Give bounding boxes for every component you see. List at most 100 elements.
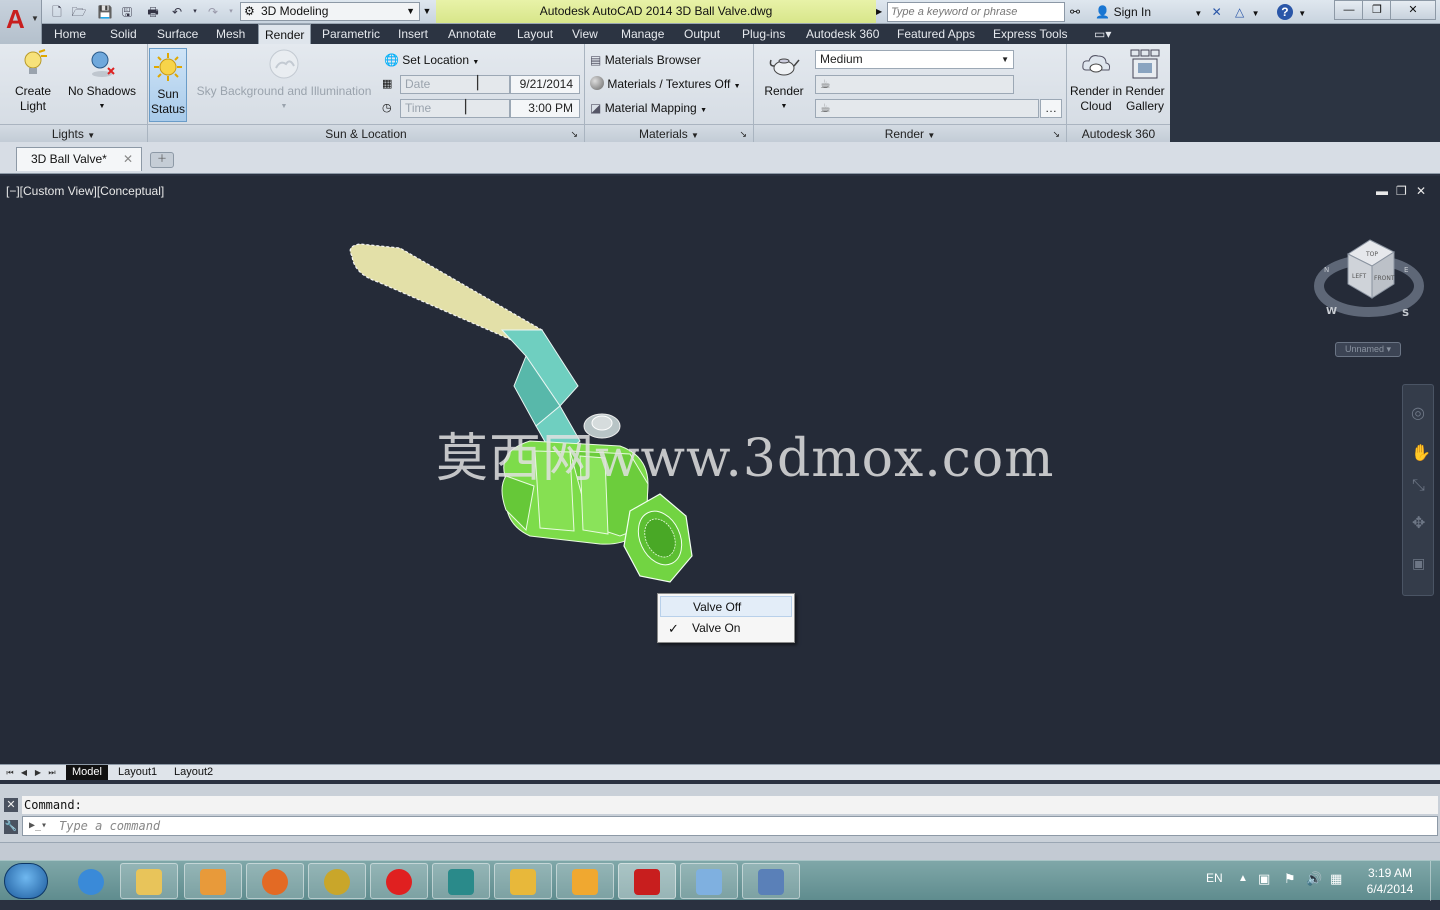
viewport-controls-label[interactable]: [−][Custom View][Conceptual] [6,184,164,198]
tab-render[interactable]: Render [258,24,312,44]
autodesk-360-panel-title[interactable]: Autodesk 360 [1067,124,1170,142]
tab-solid[interactable]: Solid [104,24,143,44]
render-panel-title[interactable]: Render ▼ ↘ [754,124,1066,142]
set-location-button[interactable]: 🌐 Set Location ▼ [384,50,479,70]
render-quality-select[interactable]: Medium ▼ [815,50,1014,69]
save-as-icon[interactable]: 🖫 [118,3,136,21]
autocad-taskbar-icon[interactable] [618,863,676,899]
firefox-icon[interactable] [246,863,304,899]
no-shadows-button[interactable]: No Shadows ▼ [66,48,138,114]
panel-launcher-icon[interactable]: ↘ [739,125,747,143]
tray-app-icon[interactable]: ▣ [1258,871,1270,887]
sun-status-button[interactable]: Sun Status [149,48,187,122]
viewcube-top-label[interactable]: TOP [1365,251,1378,258]
media-player-icon[interactable] [184,863,242,899]
close-icon[interactable]: ✕ [123,148,133,170]
language-indicator[interactable]: EN [1206,871,1223,885]
app-icon-yellow[interactable] [308,863,366,899]
viewcube-front-label[interactable]: FRONT [1374,275,1395,282]
command-input[interactable]: ▶_▾ Type a command [22,816,1438,836]
tab-output[interactable]: Output [678,24,726,44]
drawing-viewport[interactable]: [−][Custom View][Conceptual] ▬ ❐ ✕ 莫西网ww… [0,176,1440,764]
chevron-down-icon[interactable]: ▼ [1298,9,1306,18]
previous-layout-icon[interactable]: ◀ [18,766,30,779]
undo-icon[interactable]: ↶ [168,3,186,21]
tab-express-tools[interactable]: Express Tools [987,24,1073,44]
keyboard-app-icon[interactable] [742,863,800,899]
tab-mesh[interactable]: Mesh [210,24,251,44]
slider-thumb-icon[interactable]: ▏ [465,98,475,115]
time-field[interactable]: 3:00 PM [510,99,580,118]
new-tab-button[interactable]: ＋ [150,152,174,168]
media-center-icon[interactable] [494,863,552,899]
first-layout-icon[interactable]: ⏮ [4,766,16,779]
panel-launcher-icon[interactable]: ↘ [1052,125,1060,143]
paint-icon[interactable] [680,863,738,899]
render-output-size-field[interactable]: ☕ [815,75,1014,94]
file-explorer-icon[interactable] [120,863,178,899]
zoom-icon[interactable]: ⤡ [1412,477,1425,495]
sign-in-area[interactable]: ⚯ 👤 Sign In ▼ ✕ △ ▼ ? ▼ [1070,0,1306,24]
orbit-icon[interactable]: ✥ [1412,513,1425,533]
command-prompt-icon[interactable]: ▶_▾ [29,817,47,835]
showmotion-icon[interactable]: ▣ [1412,555,1425,572]
print-icon[interactable]: 🖶 [144,3,162,21]
tab-view[interactable]: View [566,24,604,44]
materials-textures-button[interactable]: Materials / Textures Off ▼ [590,74,741,94]
open-file-icon[interactable]: 🗁 [70,3,88,21]
restore-button[interactable]: ❐ [1362,0,1392,20]
compass-south-label[interactable]: S [1402,308,1409,319]
chevron-down-icon[interactable]: ▼ [1194,9,1202,18]
ucs-menu[interactable]: Unnamed ▾ [1335,342,1401,357]
date-field[interactable]: 9/21/2014 [510,75,580,94]
tab-home[interactable]: Home [48,24,92,44]
tab-annotate[interactable]: Annotate [442,24,502,44]
quick-access-customize-button[interactable]: ▼ [420,2,434,21]
last-layout-icon[interactable]: ⏭ [46,766,58,779]
sign-in-label[interactable]: Sign In [1114,5,1151,19]
network-icon[interactable]: ▦ [1330,871,1342,887]
next-layout-icon[interactable]: ▶ [32,766,44,779]
slider-thumb-icon[interactable]: ▏ [477,74,487,91]
help-icon[interactable]: ? [1276,4,1293,20]
viewcube[interactable]: TOP LEFT FRONT W S N E [1314,236,1424,326]
render-gallery-button[interactable]: Render Gallery [1122,48,1168,114]
close-button[interactable]: ✕ [1390,0,1436,20]
search-expand-icon[interactable]: ▶ [876,3,886,21]
browse-button[interactable]: … [1040,99,1062,118]
document-tab[interactable]: 3D Ball Valve* ✕ [16,147,142,171]
vodafone-icon[interactable] [370,863,428,899]
date-slider[interactable]: Date ▏ [400,75,510,94]
outlook-icon[interactable] [556,863,614,899]
compass-north-label[interactable]: N [1324,266,1329,274]
redo-dropdown-icon[interactable]: ▾ [222,3,240,21]
menu-item-valve-off[interactable]: Valve Off [660,596,792,617]
tab-parametric[interactable]: Parametric [316,24,386,44]
material-mapping-button[interactable]: ◪ Material Mapping ▼ [590,98,707,118]
start-button[interactable] [4,863,48,899]
tab-featured-apps[interactable]: Featured Apps [891,24,981,44]
tray-expand-icon[interactable]: ▲ [1238,873,1248,884]
sun-location-panel-title[interactable]: Sun & Location ↘ [148,124,584,142]
tab-surface[interactable]: Surface [151,24,204,44]
layout-tab-model[interactable]: Model [66,765,108,780]
workspace-select[interactable]: ⚙ 3D Modeling ▼ [240,2,420,21]
new-file-icon[interactable]: 🗋 [48,3,66,21]
wrench-icon[interactable]: 🔧 [4,820,18,834]
tab-plugins[interactable]: Plug-ins [736,24,791,44]
volume-icon[interactable]: 🔊 [1306,871,1322,887]
chevron-down-icon[interactable]: ▼ [1252,9,1260,18]
minimize-button[interactable]: — [1334,0,1364,20]
tab-insert[interactable]: Insert [392,24,434,44]
render-output-file-field[interactable]: ☕ [815,99,1039,118]
viewcube-left-label[interactable]: LEFT [1352,273,1366,280]
maya-icon[interactable] [432,863,490,899]
layout-tab-layout1[interactable]: Layout1 [118,765,157,780]
search-input[interactable]: Type a keyword or phrase [887,2,1065,22]
render-button[interactable]: Render ▼ [760,48,808,114]
render-in-cloud-button[interactable]: Render in Cloud [1068,48,1124,114]
sky-background-button[interactable]: Sky Background and Illumination ▼ [194,48,374,114]
steering-wheel-icon[interactable]: ◎ [1411,403,1425,423]
save-icon[interactable]: 💾 [96,3,114,21]
undo-dropdown-icon[interactable]: ▾ [186,3,204,21]
